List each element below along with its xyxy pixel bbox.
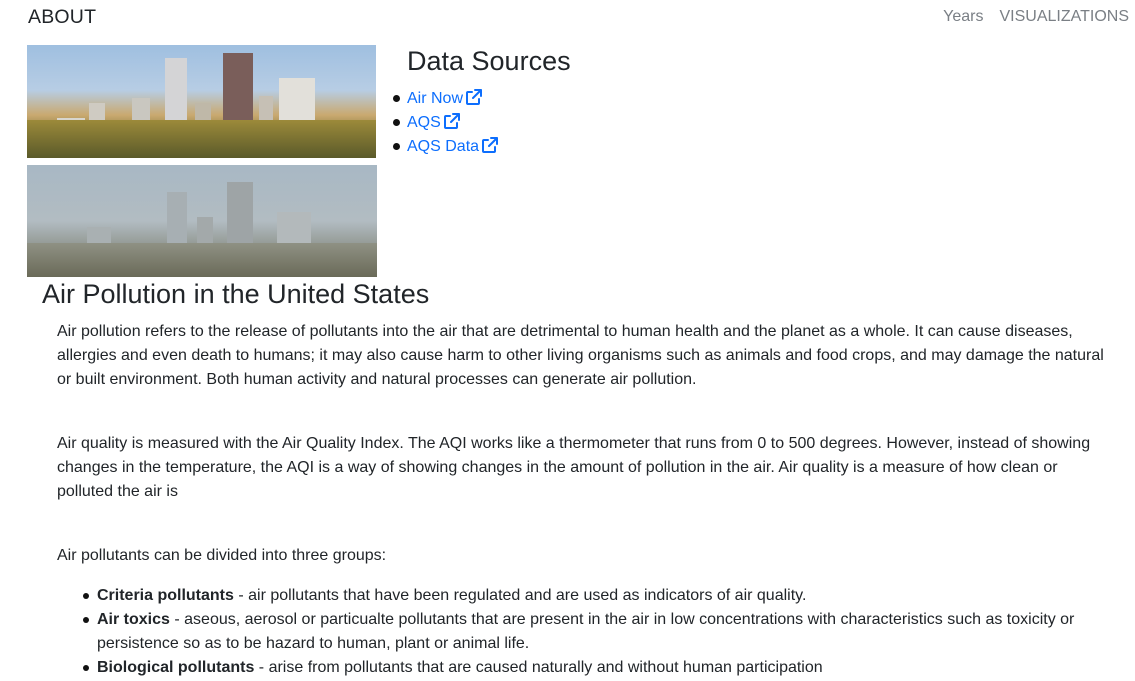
groups-intro-paragraph: Air pollutants can be divided into three… [57,547,387,564]
group-term: Air toxics [97,611,170,628]
aqi-paragraph: Air quality is measured with the Air Qua… [57,435,1091,500]
nav-link-years[interactable]: Years [943,8,983,26]
aqs-link-label: AQS [407,114,441,131]
page-title: Air Pollution in the United States [42,279,430,309]
data-sources-title: Data Sources [407,46,571,76]
denver-skyline-clear-image [27,45,376,158]
data-source-item: Air Now [392,88,498,112]
nav-link-visualizations[interactable]: VISUALIZATIONS [999,8,1129,26]
data-source-item: AQS Data [392,136,499,160]
external-link-icon [482,137,499,153]
data-source-item: AQS [392,112,498,136]
intro-paragraph: Air pollution refers to the release of p… [57,323,1104,388]
external-link-icon [443,113,460,129]
group-desc: - arise from pollutants that are caused … [254,659,823,676]
group-desc: - air pollutants that have been regulate… [233,587,807,604]
denver-skyline-smog-image [27,165,377,277]
external-link-icon [466,89,483,105]
group-term: Criteria pollutants [97,587,234,604]
air-now-link[interactable]: Air Now [407,89,483,107]
group-term: Biological pollutants [97,659,255,676]
aqs-link[interactable]: AQS [407,113,460,131]
nav-links: Years VISUALIZATIONS [943,8,1129,26]
aqs-data-link-label: AQS Data [407,138,480,155]
list-item: Biological pollutants - arise from pollu… [83,656,1112,680]
air-now-link-label: Air Now [407,90,464,107]
list-item: Air toxics - aseous, aerosol or particua… [83,608,1112,656]
group-desc: - aseous, aerosol or particualte polluta… [97,611,1075,652]
list-item: Criteria pollutants - air pollutants tha… [83,584,1112,608]
pollutant-groups-list: Criteria pollutants - air pollutants tha… [83,584,1112,680]
nav-brand[interactable]: ABOUT [28,6,96,29]
aqs-data-link[interactable]: AQS Data [407,137,499,155]
data-sources-list: Air Now AQS AQS Data [392,88,499,160]
